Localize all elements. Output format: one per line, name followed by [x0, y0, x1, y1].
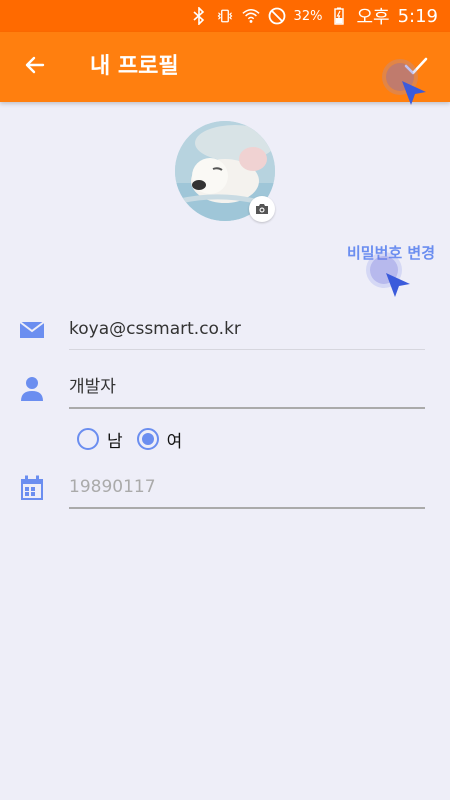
status-time-prefix: 오후	[356, 7, 390, 28]
camera-icon	[255, 200, 269, 219]
wifi-icon	[241, 7, 260, 25]
radio-female-label: 여	[166, 431, 183, 452]
radio-selected-dot	[141, 433, 154, 445]
calendar-icon	[18, 474, 46, 502]
page-title: 내 프로필	[90, 54, 179, 79]
gender-radio-group: 남 여	[77, 425, 196, 453]
change-photo-button[interactable]	[249, 196, 275, 222]
bluetooth-icon	[190, 7, 208, 25]
do-not-disturb-icon	[268, 7, 286, 25]
status-icons: 32% 오후 5:19	[190, 0, 438, 32]
battery-charging-icon	[330, 7, 348, 25]
battery-percent: 32%	[293, 8, 323, 24]
email-field[interactable]: koya@cssmart.co.kr	[69, 309, 425, 350]
radio-male[interactable]	[77, 428, 99, 450]
birthdate-field[interactable]: 19890117	[69, 467, 425, 509]
pointer-cursor-icon	[402, 81, 426, 105]
radio-male-label: 남	[107, 431, 123, 452]
person-icon	[18, 375, 46, 403]
status-bar: 32% 오후 5:19	[0, 0, 450, 32]
name-field[interactable]: 개발자	[69, 367, 425, 409]
radio-female[interactable]	[136, 428, 159, 450]
app-bar: 내 프로필	[0, 32, 450, 102]
pointer-cursor-icon	[386, 273, 410, 297]
arrow-left-icon	[23, 53, 47, 81]
status-time: 5:19	[397, 5, 438, 27]
back-button[interactable]	[14, 46, 56, 88]
vibrate-icon	[216, 7, 234, 25]
mail-icon	[18, 316, 46, 344]
